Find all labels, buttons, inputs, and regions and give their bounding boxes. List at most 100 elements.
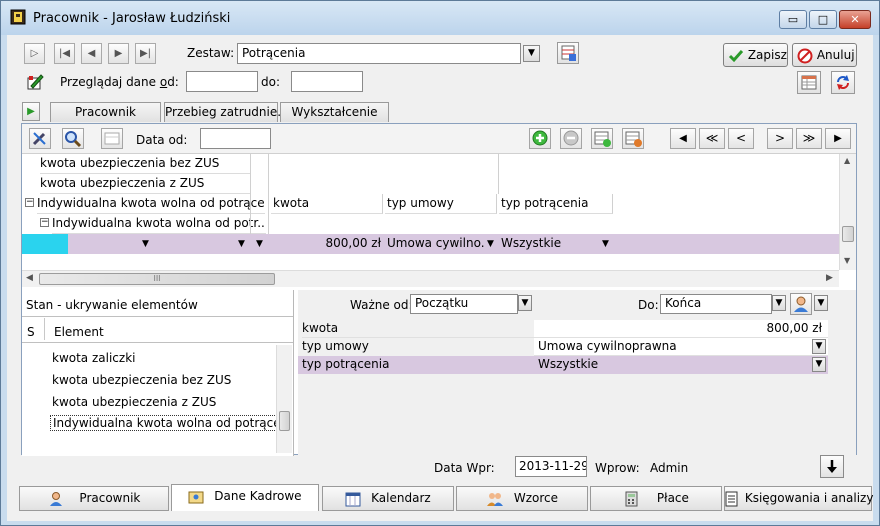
tab-bottom-wzorce[interactable]: Wzorce	[456, 486, 588, 511]
tab-bottom-place[interactable]: Płace	[590, 486, 722, 511]
scrollbar-thumb[interactable]: III	[39, 273, 275, 285]
nav-prev-button[interactable]: <	[728, 128, 754, 149]
cancel-icon	[797, 48, 813, 63]
scrollbar-thumb[interactable]	[279, 411, 290, 431]
add-button[interactable]	[529, 128, 551, 149]
nav-next-button[interactable]: >	[767, 128, 793, 149]
cancel-button[interactable]: Anuluj	[792, 43, 857, 67]
zestaw-dropdown-arrow[interactable]: ▼	[523, 45, 540, 62]
state-list-title: Stan - ukrywanie elementów	[26, 298, 198, 312]
scroll-down-button[interactable]	[820, 455, 844, 478]
list-item-focused[interactable]: Indywidualna kwota wolna od potrąceń	[50, 415, 292, 431]
save-button[interactable]: Zapisz	[723, 43, 788, 67]
do-dropdown-arrow[interactable]: ▼	[772, 295, 786, 311]
wazne-od-dropdown-arrow[interactable]: ▼	[518, 295, 532, 311]
nav-next-page-button[interactable]: ≫	[796, 128, 822, 149]
browse-from-input[interactable]	[186, 71, 258, 92]
tab-bottom-ksiegowania[interactable]: Księgowania i analizy	[724, 486, 873, 511]
list-item[interactable]: kwota zaliczki	[52, 351, 135, 365]
insert-row-icon	[594, 131, 611, 147]
current-cell[interactable]	[22, 234, 68, 254]
detail-value-typ-potracenia[interactable]: Wszystkie	[538, 357, 598, 371]
cell-kwota[interactable]: 800,00 zł	[271, 234, 381, 254]
typ-umowy-dropdown-arrow[interactable]: ▼	[812, 339, 826, 354]
check-icon	[728, 49, 744, 62]
cell-typ-potracenia[interactable]: Wszystkie	[501, 234, 601, 254]
calendar-icon	[104, 132, 120, 145]
cancel-label: Anuluj	[816, 48, 855, 62]
typ-potracenia-dropdown-arrow[interactable]: ▼	[812, 357, 826, 372]
data-od-input[interactable]	[200, 128, 271, 149]
go-next-button[interactable]: ▶	[108, 43, 129, 64]
detail-value-typ-umowy[interactable]: Umowa cywilnoprawna	[538, 339, 677, 353]
person-icon	[794, 296, 808, 312]
column-header-kwota[interactable]: kwota	[271, 194, 383, 214]
wazne-od-combo[interactable]: Początku	[410, 294, 518, 314]
calendar-button[interactable]	[101, 128, 123, 149]
tab-pracownik[interactable]: Pracownik	[50, 102, 161, 122]
tree-collapse-icon[interactable]: −	[40, 218, 49, 227]
tree-row[interactable]: Indywidualna kwota wolna od potr...	[52, 214, 266, 234]
divider	[44, 318, 45, 340]
delete-row-button[interactable]	[622, 128, 644, 149]
tools-button[interactable]	[29, 128, 51, 149]
person-filter-dropdown-arrow[interactable]: ▼	[814, 295, 828, 311]
first-record-button[interactable]: ▷	[24, 43, 45, 64]
list-vertical-scrollbar[interactable]	[276, 345, 292, 453]
column-header-element[interactable]: Element	[54, 325, 104, 339]
nav-first-button[interactable]: ◀	[670, 128, 696, 149]
list-item[interactable]: kwota ubezpieczenia bez ZUS	[52, 373, 231, 387]
detail-name-kwota: kwota	[302, 321, 339, 335]
tree-row[interactable]: Indywidualna kwota wolna od potrąceń	[37, 194, 265, 214]
data-od-label: Data od:	[136, 133, 188, 147]
person-filter-button[interactable]	[790, 293, 812, 315]
cell-typ-umowy[interactable]: Umowa cywilno...	[385, 234, 485, 254]
edit-dates-icon[interactable]	[26, 73, 44, 91]
table-view-button[interactable]	[797, 71, 821, 94]
nav-last-button[interactable]: ▶	[825, 128, 851, 149]
nav-prev-page-button[interactable]: ≪	[699, 128, 725, 149]
go-last-button[interactable]: ▶|	[135, 43, 156, 64]
cell-dropdown-arrow[interactable]: ▼	[602, 239, 609, 249]
cell-dropdown-arrow[interactable]: ▼	[487, 239, 494, 249]
close-button[interactable]: ✕	[839, 10, 871, 29]
go-first-button[interactable]: |◀	[54, 43, 75, 64]
tree-row[interactable]: kwota ubezpieczenia bez ZUS	[40, 154, 250, 174]
wazne-od-label: Ważne od:	[350, 298, 413, 312]
maximize-button[interactable]: □	[809, 10, 837, 29]
minimize-button[interactable]: ▭	[779, 10, 807, 29]
column-header-s[interactable]: S	[27, 325, 35, 339]
wprow-label: Wprow:	[595, 461, 640, 475]
tree-row[interactable]: kwota ubezpieczenia z ZUS	[40, 174, 250, 194]
scrollbar-thumb[interactable]	[842, 226, 854, 242]
zestaw-settings-button[interactable]	[557, 42, 579, 64]
search-button[interactable]	[62, 128, 84, 149]
tab-wyksztalcenie[interactable]: Wykształcenie	[280, 102, 389, 122]
tab-bottom-label: Pracownik	[79, 491, 141, 505]
cell-dropdown-arrow[interactable]: ▼	[238, 239, 245, 249]
insert-row-button[interactable]	[591, 128, 613, 149]
grid-horizontal-scrollbar[interactable]: ◀ III ▶	[22, 270, 839, 287]
list-item[interactable]: kwota ubezpieczenia z ZUS	[52, 395, 216, 409]
tab-bottom-pracownik[interactable]: Pracownik	[19, 486, 169, 511]
column-header-typ-potracenia[interactable]: typ potrącenia	[499, 194, 613, 214]
remove-button[interactable]	[560, 128, 582, 149]
tab-bottom-kalendarz[interactable]: Kalendarz	[322, 486, 454, 511]
ledger-icon	[725, 491, 738, 506]
browse-to-input[interactable]	[291, 71, 363, 92]
go-prev-button[interactable]: ◀	[81, 43, 102, 64]
tab-bottom-label: Wzorce	[513, 491, 558, 505]
tree-collapse-icon[interactable]: −	[25, 198, 34, 207]
tab-przebieg-zatrudnienia[interactable]: Przebieg zatrudnie...	[164, 102, 289, 122]
detail-value-kwota[interactable]: 800,00 zł	[534, 321, 822, 335]
refresh-button[interactable]	[831, 71, 855, 94]
tab-bottom-dane-kadrowe[interactable]: Dane Kadrowe	[171, 484, 319, 511]
grid-vertical-scrollbar[interactable]: ▲ ▼	[839, 154, 856, 270]
tabs-expand-icon[interactable]: ▶	[22, 102, 40, 121]
cell-dropdown-arrow[interactable]: ▼	[256, 239, 263, 249]
cell-dropdown-arrow[interactable]: ▼	[142, 239, 149, 249]
zestaw-combo[interactable]: Potrącenia	[237, 43, 521, 64]
column-header-typ-umowy[interactable]: typ umowy	[385, 194, 497, 214]
client-area: ▷ |◀ ◀ ▶ ▶| Zestaw: Potrącenia ▼ Zapisz …	[7, 35, 873, 521]
do-combo[interactable]: Końca	[660, 294, 772, 314]
